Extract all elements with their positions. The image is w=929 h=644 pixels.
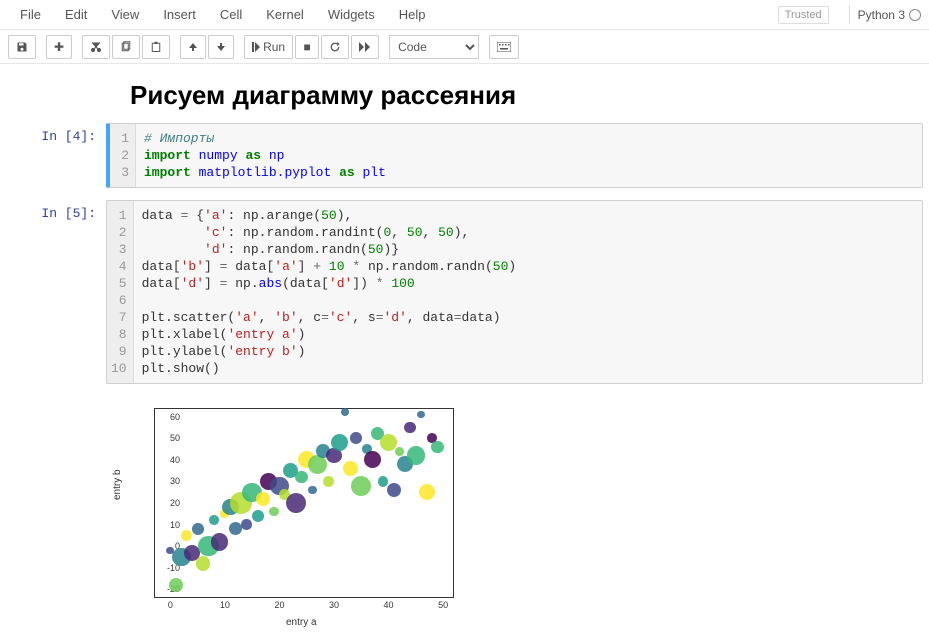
notebook-container: Рисуем диаграмму рассеяния In [4]: 1 2 3… bbox=[0, 64, 929, 644]
arrow-up-icon bbox=[188, 42, 198, 52]
chart-xlabel: entry a bbox=[286, 617, 317, 628]
kernel-name[interactable]: Python 3 bbox=[858, 8, 905, 22]
markdown-cell[interactable]: Рисуем диаграмму рассеяния bbox=[0, 76, 929, 121]
chart-point bbox=[241, 519, 251, 529]
chart-point bbox=[209, 515, 219, 525]
restart-icon bbox=[329, 41, 341, 53]
chart-point bbox=[407, 446, 426, 465]
chart-point bbox=[295, 471, 308, 484]
kernel-status-icon bbox=[909, 9, 921, 21]
chart-point bbox=[196, 556, 211, 571]
arrow-down-icon bbox=[216, 42, 226, 52]
run-button[interactable]: Run bbox=[244, 35, 293, 59]
menu-help[interactable]: Help bbox=[387, 3, 438, 26]
copy-icon bbox=[120, 41, 132, 53]
code-content[interactable]: data = {'a': np.arange(50), 'c': np.rand… bbox=[134, 201, 922, 383]
ytick-label: 60 bbox=[152, 412, 180, 422]
chart-point bbox=[431, 441, 444, 454]
cut-icon bbox=[90, 41, 102, 53]
code-cell-1[interactable]: In [4]: 1 2 3 # Импорты import numpy as … bbox=[0, 121, 929, 190]
chart-point bbox=[286, 493, 307, 514]
xtick-label: 50 bbox=[433, 600, 453, 610]
keyboard-icon bbox=[497, 42, 511, 52]
menu-file[interactable]: File bbox=[8, 3, 53, 26]
input-prompt: In [5]: bbox=[6, 200, 106, 384]
menu-cell[interactable]: Cell bbox=[208, 3, 254, 26]
line-gutter: 1 2 3 4 5 6 7 8 9 10 bbox=[107, 201, 134, 383]
output-prompt bbox=[6, 396, 106, 630]
chart-ylabel: entry b bbox=[112, 469, 123, 500]
cell-type-select[interactable]: Code bbox=[389, 35, 479, 59]
paste-icon bbox=[150, 41, 162, 53]
chart-point bbox=[343, 461, 358, 476]
chart-point bbox=[395, 447, 404, 456]
move-down-button[interactable] bbox=[208, 35, 234, 59]
ytick-label: 40 bbox=[152, 455, 180, 465]
trusted-badge[interactable]: Trusted bbox=[778, 6, 829, 24]
scatter-chart: entry b entry a -20-10010203040506001020… bbox=[106, 400, 486, 630]
save-icon bbox=[16, 41, 28, 53]
run-label: Run bbox=[263, 40, 285, 54]
menu-kernel[interactable]: Kernel bbox=[254, 3, 316, 26]
run-icon bbox=[252, 42, 260, 52]
chart-point bbox=[323, 476, 333, 486]
save-button[interactable] bbox=[8, 35, 36, 59]
ytick-label: 10 bbox=[152, 520, 180, 530]
xtick-label: 20 bbox=[269, 600, 289, 610]
move-up-button[interactable] bbox=[180, 35, 206, 59]
cut-button[interactable] bbox=[82, 35, 110, 59]
markdown-heading: Рисуем диаграмму рассеяния bbox=[130, 80, 929, 111]
chart-point bbox=[350, 432, 362, 444]
chart-point bbox=[252, 510, 264, 522]
xtick-label: 10 bbox=[215, 600, 235, 610]
xtick-label: 30 bbox=[324, 600, 344, 610]
ytick-label: 20 bbox=[152, 498, 180, 508]
paste-button[interactable] bbox=[142, 35, 170, 59]
menu-view[interactable]: View bbox=[99, 3, 151, 26]
code-input-area[interactable]: 1 2 3 # Импорты import numpy as np impor… bbox=[106, 123, 923, 188]
menu-widgets[interactable]: Widgets bbox=[316, 3, 387, 26]
menubar: File Edit View Insert Cell Kernel Widget… bbox=[0, 0, 929, 30]
restart-run-all-button[interactable] bbox=[351, 35, 379, 59]
command-palette-button[interactable] bbox=[489, 35, 519, 59]
fast-forward-icon bbox=[359, 42, 371, 52]
chart-point bbox=[351, 476, 371, 496]
toolbar: ✚ Run ■ Code bbox=[0, 30, 929, 64]
code-input-area[interactable]: 1 2 3 4 5 6 7 8 9 10 data = {'a': np.ara… bbox=[106, 200, 923, 384]
chart-point bbox=[211, 533, 229, 551]
code-cell-2[interactable]: In [5]: 1 2 3 4 5 6 7 8 9 10 data = {'a'… bbox=[0, 198, 929, 386]
chart-point bbox=[192, 523, 204, 535]
output-cell: entry b entry a -20-10010203040506001020… bbox=[0, 394, 929, 632]
menu-insert[interactable]: Insert bbox=[151, 3, 208, 26]
input-prompt: In [4]: bbox=[6, 123, 106, 188]
xtick-label: 40 bbox=[379, 600, 399, 610]
xtick-label: 0 bbox=[160, 600, 180, 610]
chart-point bbox=[169, 578, 183, 592]
stop-button[interactable]: ■ bbox=[295, 35, 319, 59]
add-cell-button[interactable]: ✚ bbox=[46, 35, 72, 59]
restart-button[interactable] bbox=[321, 35, 349, 59]
ytick-label: 30 bbox=[152, 476, 180, 486]
copy-button[interactable] bbox=[112, 35, 140, 59]
chart-point bbox=[256, 492, 270, 506]
chart-point bbox=[364, 451, 381, 468]
menu-edit[interactable]: Edit bbox=[53, 3, 99, 26]
code-content[interactable]: # Импорты import numpy as np import matp… bbox=[136, 124, 922, 187]
ytick-label: 50 bbox=[152, 433, 180, 443]
chart-point bbox=[308, 486, 317, 495]
line-gutter: 1 2 3 bbox=[110, 124, 136, 187]
chart-point bbox=[378, 476, 388, 486]
